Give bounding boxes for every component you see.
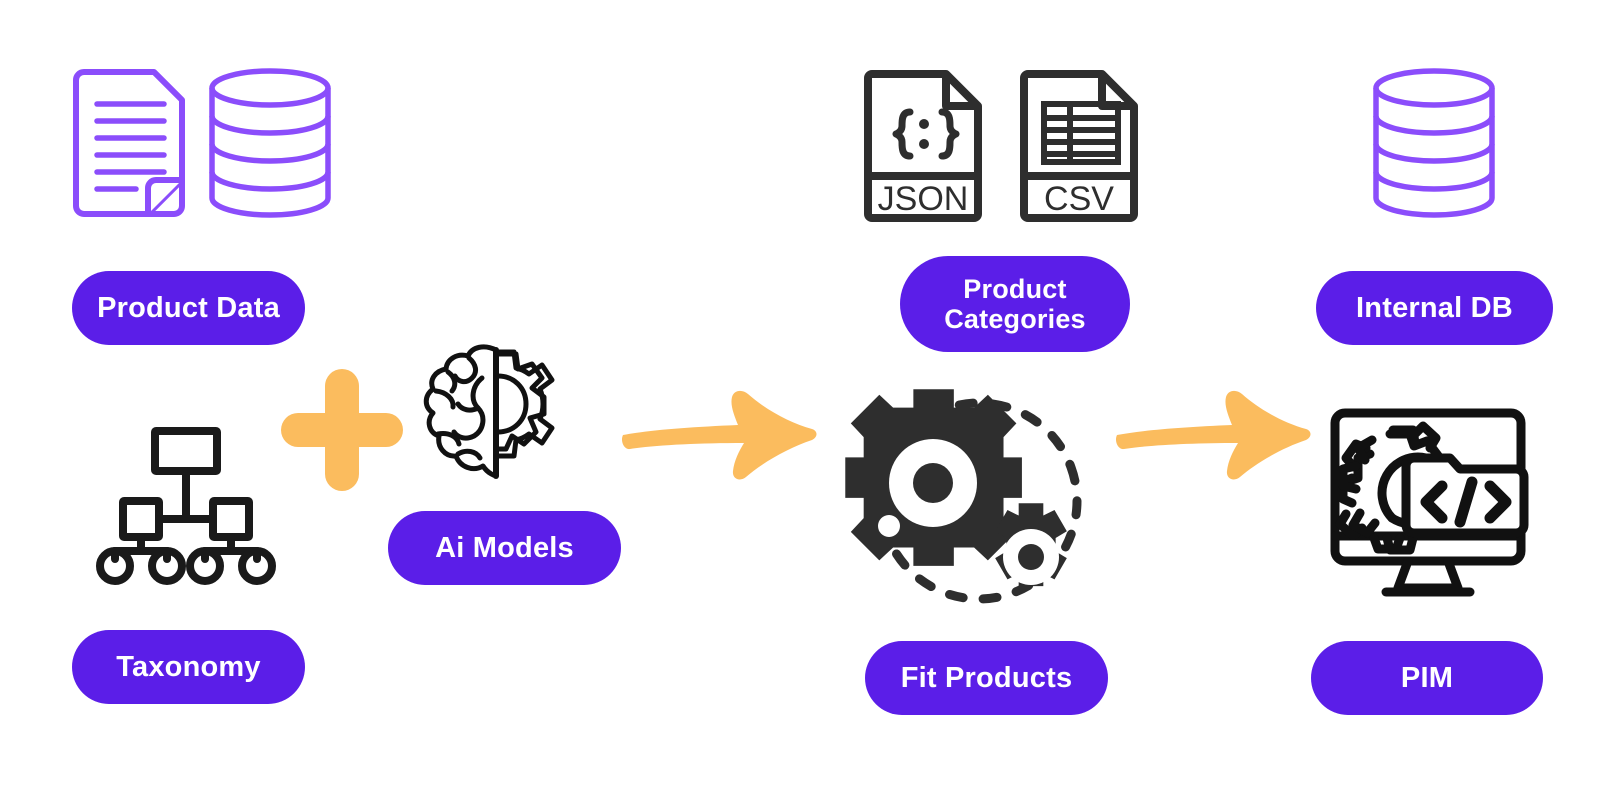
diagram-canvas: Product Data Taxonomy Ai Models JSON CSV… bbox=[0, 0, 1600, 800]
csv-file-label: CSV bbox=[1044, 180, 1114, 218]
brain-gear-icon bbox=[423, 344, 574, 486]
hierarchy-tree-icon bbox=[95, 425, 276, 585]
badge-product-data[interactable]: Product Data bbox=[72, 271, 305, 345]
plus-icon bbox=[281, 367, 403, 493]
badge-pim[interactable]: PIM bbox=[1311, 641, 1543, 715]
badge-fit-products[interactable]: Fit Products bbox=[865, 641, 1108, 715]
database-cylinder-icon bbox=[204, 68, 336, 218]
document-icon bbox=[70, 68, 188, 218]
badge-internal-db[interactable]: Internal DB bbox=[1316, 271, 1553, 345]
json-file-icon: JSON bbox=[862, 68, 984, 224]
database-cylinder-icon-internal-db bbox=[1368, 68, 1500, 218]
arrow-right-icon-2 bbox=[1114, 385, 1314, 480]
monitor-code-gear-icon bbox=[1330, 408, 1529, 600]
gears-icon bbox=[845, 385, 1113, 617]
badge-product-categories[interactable]: Product Categories bbox=[900, 256, 1130, 352]
badge-ai-models[interactable]: Ai Models bbox=[388, 511, 621, 585]
json-file-label: JSON bbox=[878, 180, 969, 218]
badge-taxonomy[interactable]: Taxonomy bbox=[72, 630, 305, 704]
csv-file-icon: CSV bbox=[1018, 68, 1140, 224]
arrow-right-icon-1 bbox=[620, 385, 820, 480]
